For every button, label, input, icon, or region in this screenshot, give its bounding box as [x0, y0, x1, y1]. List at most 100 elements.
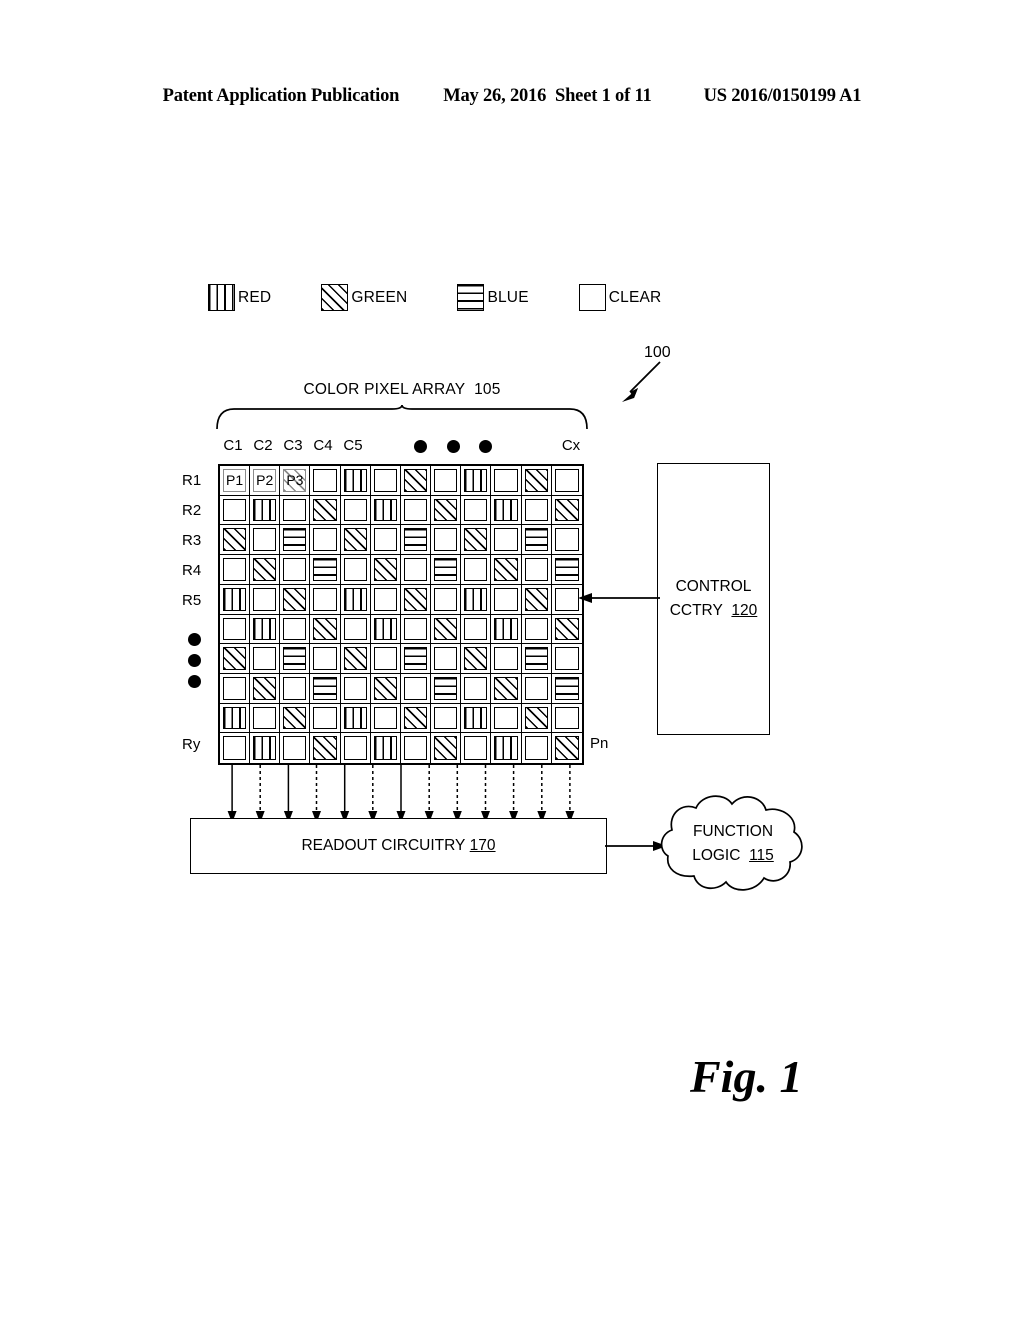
- pixel-cell-r5-c5[interactable]: [340, 584, 371, 615]
- pixel-cell-r4-c5[interactable]: [340, 555, 371, 585]
- pixel-cell-r7-c9[interactable]: [461, 644, 492, 674]
- pixel-cell-r8-c3[interactable]: [280, 673, 311, 704]
- pixel-cell-r6-c10[interactable]: [491, 614, 522, 645]
- pixel-cell-r7-c5[interactable]: [340, 644, 371, 674]
- pixel-cell-r9-c7[interactable]: [400, 703, 432, 734]
- pixel-cell-r2-c2[interactable]: [250, 495, 281, 526]
- pixel-cell-r6-c1[interactable]: [220, 614, 251, 645]
- pixel-cell-r4-c4[interactable]: [310, 555, 341, 585]
- pixel-cell-r9-c3[interactable]: [280, 703, 311, 734]
- pixel-cell-r2-c12[interactable]: [551, 496, 582, 526]
- pixel-cell-r9-c11[interactable]: [521, 703, 552, 734]
- pixel-cell-r1-c8[interactable]: [431, 466, 462, 496]
- pixel-cell-r9-c12[interactable]: [551, 704, 582, 734]
- pixel-cell-r10-c6[interactable]: [371, 733, 401, 763]
- pixel-cell-r10-c3[interactable]: [280, 733, 311, 763]
- pixel-cell-r3-c9[interactable]: [461, 525, 492, 556]
- pixel-cell-r7-c12[interactable]: [551, 644, 582, 674]
- pixel-cell-r6-c3[interactable]: [280, 614, 311, 645]
- pixel-cell-r10-c2[interactable]: [250, 733, 281, 763]
- pixel-cell-r10-c8[interactable]: [431, 733, 462, 763]
- pixel-cell-r8-c7[interactable]: [400, 673, 432, 704]
- pixel-cell-r5-c9[interactable]: [461, 584, 492, 615]
- pixel-cell-r2-c10[interactable]: [491, 495, 522, 526]
- pixel-cell-r2-c7[interactable]: [400, 495, 432, 526]
- pixel-cell-r6-c6[interactable]: [370, 614, 401, 645]
- pixel-cell-r4-c7[interactable]: [400, 555, 432, 585]
- pixel-cell-r10-c5[interactable]: [341, 733, 371, 763]
- pixel-cell-r4-c10[interactable]: [491, 555, 522, 585]
- pixel-cell-r4-c3[interactable]: [280, 555, 311, 585]
- pixel-cell-r2-c1[interactable]: [220, 495, 251, 526]
- pixel-cell-r10-c10[interactable]: [491, 733, 522, 763]
- pixel-cell-r6-c5[interactable]: [340, 614, 371, 645]
- pixel-cell-r8-c11[interactable]: [521, 673, 552, 704]
- pixel-cell-r10-c12[interactable]: [552, 733, 582, 763]
- pixel-cell-r6-c4[interactable]: [310, 614, 341, 645]
- pixel-cell-r3-c7[interactable]: [400, 525, 432, 556]
- pixel-cell-r10-c4[interactable]: [310, 733, 341, 763]
- pixel-cell-r10-c9[interactable]: [461, 733, 492, 763]
- pixel-cell-r8-c12[interactable]: [551, 674, 582, 704]
- color-pixel-array[interactable]: P1 P2 P3: [218, 464, 584, 765]
- pixel-cell-r4-c9[interactable]: [461, 555, 492, 585]
- pixel-cell-r6-c11[interactable]: [521, 614, 552, 645]
- pixel-cell-r2-c6[interactable]: [370, 495, 401, 526]
- pixel-cell-r6-c8[interactable]: [431, 614, 462, 645]
- pixel-cell-r9-c6[interactable]: [370, 703, 401, 734]
- pixel-cell-r5-c11[interactable]: [521, 584, 552, 615]
- pixel-cell-r9-c5[interactable]: [340, 703, 371, 734]
- pixel-cell-r1-c5[interactable]: [340, 466, 371, 496]
- pixel-cell-r1-c2[interactable]: P2: [250, 466, 281, 496]
- pixel-cell-r6-c7[interactable]: [400, 614, 432, 645]
- pixel-cell-r8-c10[interactable]: [491, 673, 522, 704]
- pixel-cell-r5-c3[interactable]: [280, 584, 311, 615]
- pixel-cell-r6-c12[interactable]: [551, 615, 582, 645]
- pixel-cell-r3-c3[interactable]: [280, 525, 311, 556]
- pixel-cell-r8-c4[interactable]: [310, 673, 341, 704]
- pixel-cell-r3-c12[interactable]: [551, 525, 582, 556]
- pixel-cell-r8-c5[interactable]: [340, 673, 371, 704]
- pixel-cell-r1-c4[interactable]: [310, 466, 341, 496]
- pixel-cell-r10-c11[interactable]: [522, 733, 552, 763]
- pixel-cell-r7-c11[interactable]: [521, 644, 552, 674]
- readout-circuitry-block[interactable]: READOUT CIRCUITRY 170: [190, 818, 607, 874]
- pixel-cell-r7-c8[interactable]: [431, 644, 462, 674]
- control-circuitry-block[interactable]: CONTROL CCTRY 120: [657, 463, 770, 735]
- pixel-cell-r3-c4[interactable]: [310, 525, 341, 556]
- pixel-cell-r8-c9[interactable]: [461, 673, 492, 704]
- pixel-cell-r8-c1[interactable]: [220, 673, 251, 704]
- pixel-cell-r1-c11[interactable]: [521, 466, 552, 496]
- pixel-cell-r9-c1[interactable]: [220, 703, 251, 734]
- pixel-cell-r9-c9[interactable]: [461, 703, 492, 734]
- pixel-cell-r1-c12[interactable]: [551, 466, 582, 496]
- pixel-cell-r5-c2[interactable]: [250, 584, 281, 615]
- pixel-cell-r1-c3[interactable]: P3: [280, 466, 311, 496]
- pixel-cell-r5-c10[interactable]: [491, 584, 522, 615]
- pixel-cell-r9-c4[interactable]: [310, 703, 341, 734]
- pixel-cell-r5-c1[interactable]: [220, 584, 251, 615]
- pixel-cell-r2-c3[interactable]: [280, 495, 311, 526]
- pixel-cell-r9-c10[interactable]: [491, 703, 522, 734]
- pixel-cell-r3-c5[interactable]: [340, 525, 371, 556]
- pixel-cell-r2-c4[interactable]: [310, 495, 341, 526]
- pixel-cell-r1-c1[interactable]: P1: [220, 466, 251, 496]
- pixel-cell-r1-c7[interactable]: [400, 466, 432, 496]
- pixel-cell-r7-c6[interactable]: [370, 644, 401, 674]
- pixel-cell-r2-c5[interactable]: [340, 495, 371, 526]
- pixel-cell-r5-c7[interactable]: [400, 584, 432, 615]
- pixel-cell-r3-c10[interactable]: [491, 525, 522, 556]
- pixel-cell-r3-c8[interactable]: [431, 525, 462, 556]
- pixel-cell-r10-c1[interactable]: [220, 733, 251, 763]
- pixel-cell-r3-c1[interactable]: [220, 525, 251, 556]
- pixel-cell-r7-c3[interactable]: [280, 644, 311, 674]
- pixel-cell-r4-c12[interactable]: [551, 555, 582, 585]
- pixel-cell-r9-c8[interactable]: [431, 703, 462, 734]
- pixel-cell-r4-c11[interactable]: [521, 555, 552, 585]
- pixel-cell-r4-c8[interactable]: [431, 555, 462, 585]
- pixel-cell-r3-c2[interactable]: [250, 525, 281, 556]
- pixel-cell-r5-c6[interactable]: [370, 584, 401, 615]
- pixel-cell-r7-c10[interactable]: [491, 644, 522, 674]
- pixel-cell-r3-c11[interactable]: [521, 525, 552, 556]
- pixel-cell-r7-c7[interactable]: [400, 644, 432, 674]
